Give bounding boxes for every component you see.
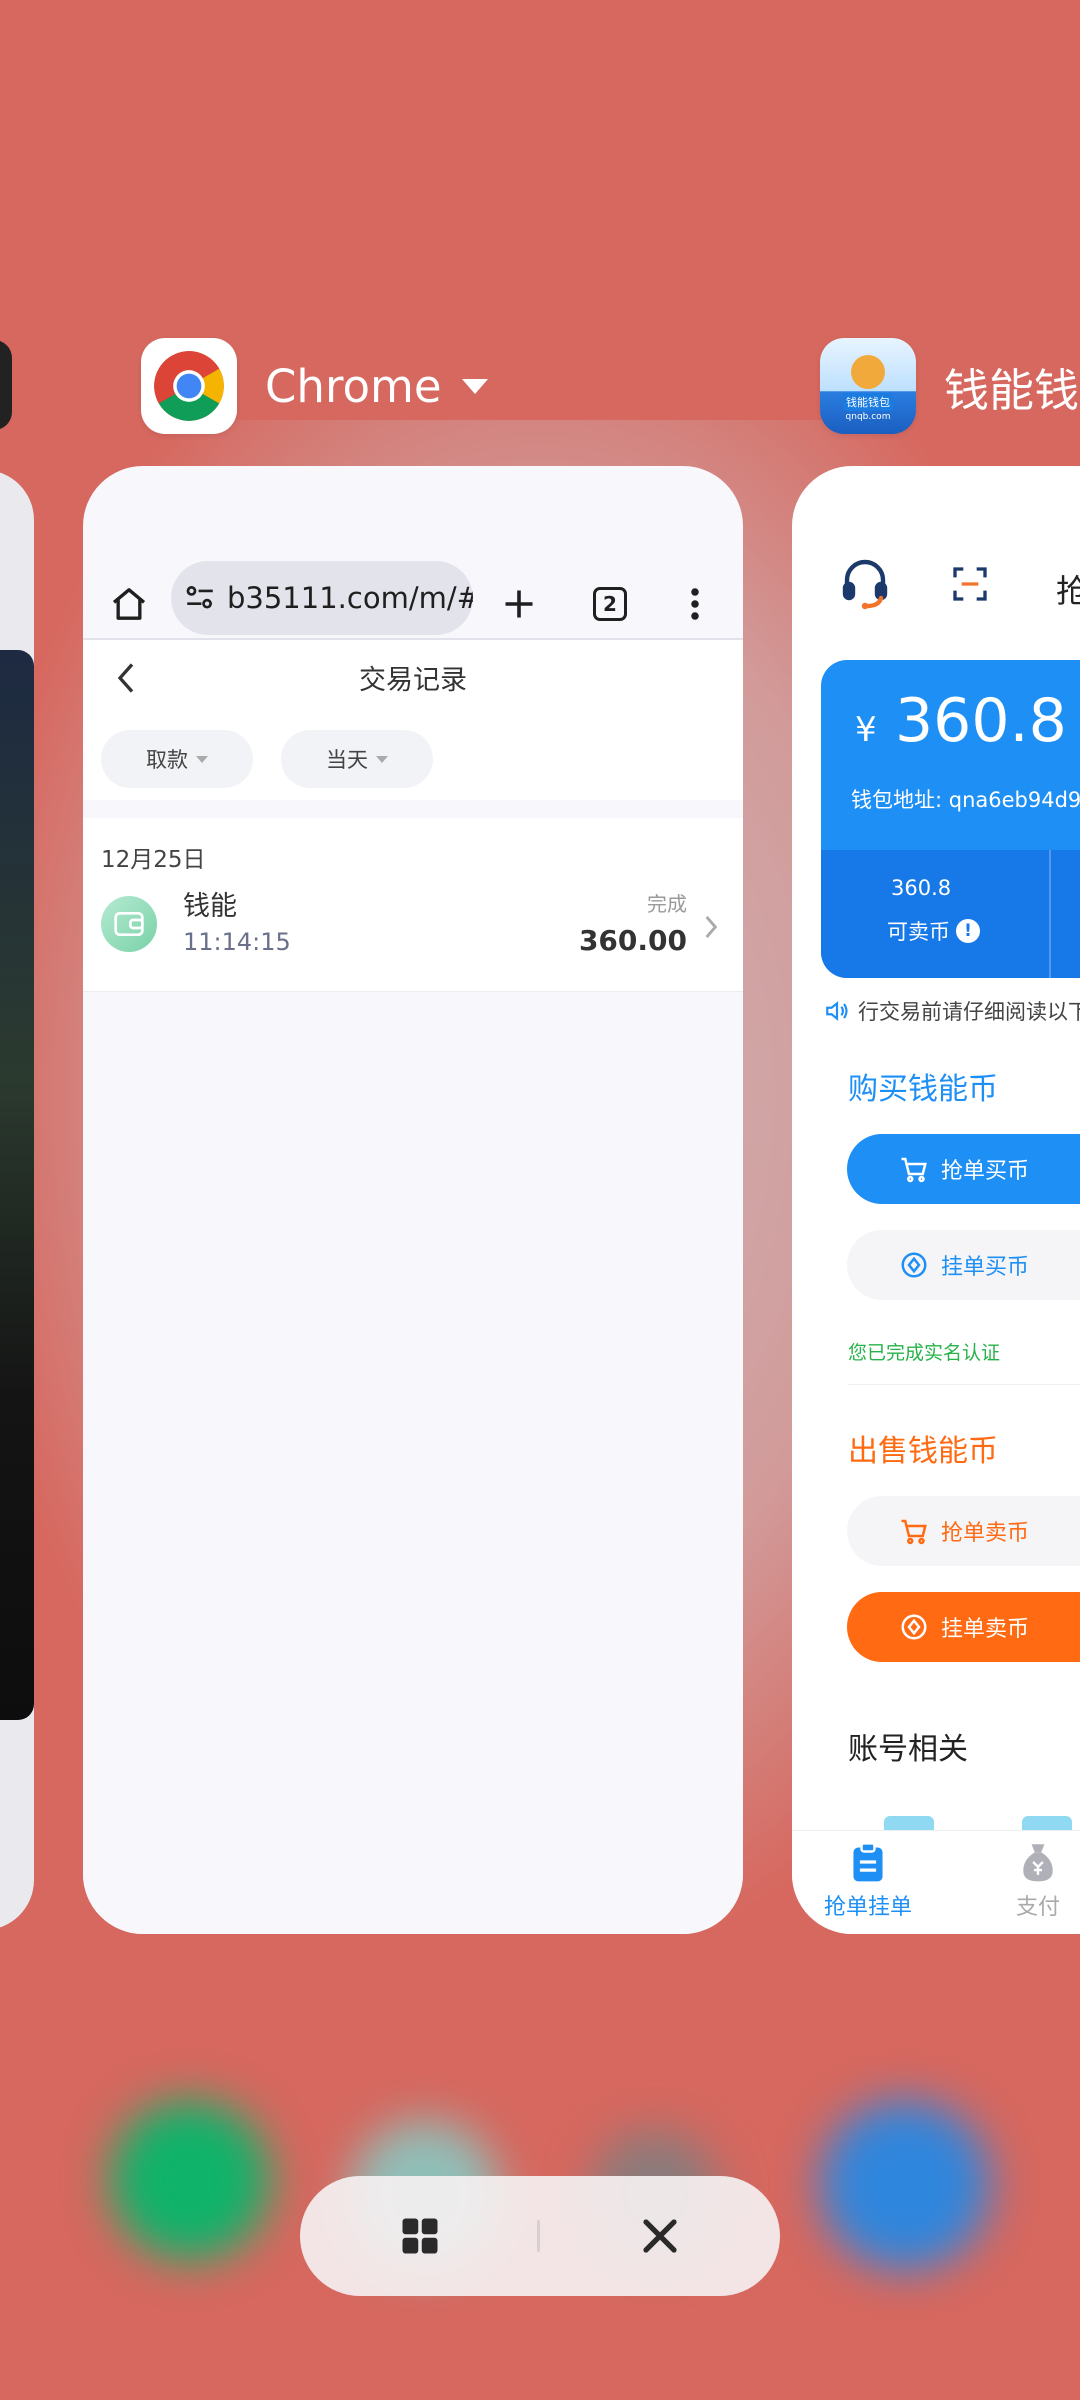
record-amount: 360.00 [578,924,687,957]
omnibox[interactable]: b35111.com/m/#/u [171,561,473,635]
grab-sell-label: 抢单卖币 [941,1521,1030,1546]
record-date: 12月25日 [101,847,206,873]
verification-status: 您已完成实名认证 [848,1342,1001,1364]
section-divider [848,1384,1080,1385]
cart-icon [899,1517,929,1545]
record-time: 11:14:15 [183,928,291,956]
wallet-app-name: 钱能钱包 [944,363,1080,417]
post-buy-label: 挂单买币 [941,1255,1030,1280]
new-tab-icon[interactable] [491,576,547,632]
grab-buy-label: 抢单买币 [941,1159,1030,1184]
sellable-amount: 360.8 [891,876,952,900]
chrome-app-header[interactable]: Chrome [141,338,488,434]
scan-icon[interactable] [950,564,990,608]
headset-icon[interactable] [840,558,890,614]
left-app-icon[interactable] [0,340,12,430]
wallet-app-header[interactable]: 钱能钱包 qnqb.com 钱能钱包 [820,338,1080,434]
clear-all-button[interactable] [585,2176,735,2296]
blurred-dock-icon [820,2100,990,2270]
tab-switcher-button[interactable]: 2 [582,576,638,632]
caret-down-icon [376,755,388,763]
nav-grab-orders[interactable]: 抢单挂单 [824,1841,912,1921]
blurred-dock-icon [110,2100,270,2260]
tab-count: 2 [593,587,627,621]
left-app-preview [0,650,34,1720]
notice-text: 行交易前请仔细阅读以下 [858,1000,1080,1024]
currency-symbol: ¥ [855,710,877,750]
post-buy-button[interactable]: 挂单买币 [847,1230,1080,1300]
web-page: 交易记录 取款 当天 12月25日 钱能 11:14:15 完成 360.00 [83,640,743,1934]
page-header: 交易记录 取款 当天 [83,640,743,800]
coin-icon [899,1612,929,1642]
url-text: b35111.com/m/#/u [227,581,473,615]
account-section-title: 账号相关 [848,1732,968,1767]
post-sell-button[interactable]: 挂单卖币 [847,1592,1080,1662]
wallet-app-icon: 钱能钱包 qnqb.com [820,338,916,434]
nav-payment-label: 支付 [1016,1895,1061,1920]
chevron-right-icon [703,914,719,944]
left-app-card[interactable] [0,470,34,1930]
close-icon [639,2215,681,2257]
speaker-icon [824,999,850,1023]
chrome-app-name: Chrome [265,359,442,413]
controls-separator [537,2220,540,2252]
grab-sell-button[interactable]: 抢单卖币 [847,1496,1080,1566]
post-sell-label: 挂单卖币 [941,1617,1030,1642]
record-status: 完成 [647,892,687,916]
filter-type[interactable]: 取款 [101,730,253,788]
wallet-logo-sub: qnqb.com [845,411,891,422]
balance-lower [821,850,1080,978]
sellable-label-text: 可卖币 [887,920,950,944]
wallet-logo-text: 钱能钱包 [843,392,893,411]
transaction-record[interactable]: 12月25日 钱能 11:14:15 完成 360.00 [83,818,743,992]
coin-icon [899,1250,929,1280]
more-menu-icon[interactable] [670,576,720,632]
caret-down-icon[interactable] [461,378,488,394]
wallet-icon [101,896,157,952]
grab-buy-button[interactable]: 抢单买币 [847,1134,1080,1204]
balance-divider [1049,850,1051,978]
split-screen-button[interactable] [345,2176,495,2296]
clipboard-icon [848,1841,888,1883]
notice-bar[interactable]: 行交易前请仔细阅读以下 [824,996,1080,1026]
caret-down-icon [196,755,208,763]
wallet-address: 钱包地址: qna6eb94d9 [851,788,1080,812]
sell-section-title: 出售钱能币 [848,1434,998,1469]
balance-amount: 360.8 [895,686,1067,756]
sellable-label: 可卖币 ! [887,916,980,946]
chrome-icon [141,338,237,434]
wallet-top-tab[interactable]: 抢 [1056,566,1080,612]
wallet-logo-mark [851,354,885,389]
nav-grab-orders-label: 抢单挂单 [824,1895,913,1920]
buy-section-title: 购买钱能币 [848,1072,998,1107]
wallet-bottom-nav: 抢单挂单 支付 [792,1830,1080,1934]
nav-payment[interactable]: 支付 [1016,1841,1060,1921]
chrome-app-card[interactable]: b35111.com/m/#/u 2 交易记录 取款 当天 [83,466,743,1934]
filter-date-label: 当天 [326,748,368,772]
home-icon[interactable] [101,576,157,632]
info-icon[interactable]: ! [956,919,980,943]
filter-type-label: 取款 [146,748,188,772]
recents-controls [300,2176,780,2296]
balance-card: ¥ 360.8 钱包地址: qna6eb94d9 360.8 可卖币 ! [821,660,1080,978]
page-title: 交易记录 [359,665,467,696]
wallet-app-card[interactable]: 抢 ¥ 360.8 钱包地址: qna6eb94d9 360.8 可卖币 ! 行… [792,466,1080,1934]
site-settings-icon[interactable] [183,581,217,615]
grid-icon [399,2215,441,2257]
filter-date[interactable]: 当天 [281,730,433,788]
record-name: 钱能 [183,891,237,922]
cart-icon [899,1155,929,1183]
money-bag-icon [1018,1841,1058,1883]
